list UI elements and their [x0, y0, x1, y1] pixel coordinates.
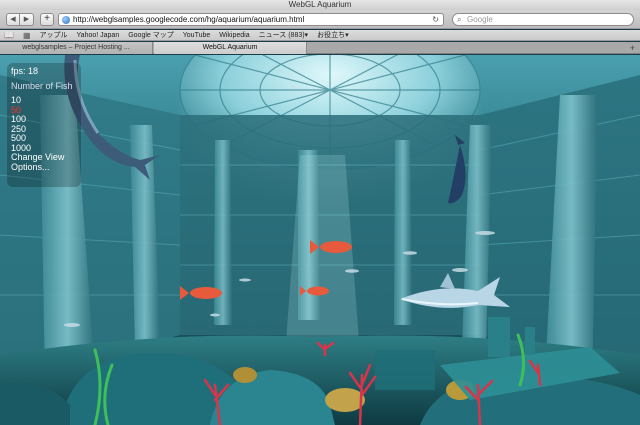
search-input[interactable] [467, 14, 617, 25]
window-title-bar: WebGL Aquarium [0, 0, 640, 10]
forward-button[interactable]: ▶ [20, 13, 34, 26]
tab-webgl-aquarium[interactable]: WebGL Aquarium [154, 42, 307, 54]
chevron-right-icon: ▶ [23, 16, 30, 23]
number-of-fish-label: Number of Fish [11, 81, 73, 91]
aquarium-scene [0, 55, 640, 425]
reload-icon[interactable]: ↻ [432, 14, 439, 25]
chevron-left-icon: ◀ [10, 16, 16, 23]
grid-icon[interactable]: ▦ [23, 30, 31, 41]
browser-toolbar: ◀ ▶ + ↻ ⌕ [0, 10, 640, 29]
bookmark-yahoo-japan[interactable]: Yahoo! Japan [77, 30, 120, 41]
bookmark-google-maps[interactable]: Google マップ [128, 30, 174, 41]
aquarium-canvas[interactable] [0, 55, 640, 425]
globe-icon [62, 16, 70, 24]
add-bookmark-button[interactable]: + [40, 13, 54, 26]
bookmark-youtube[interactable]: YouTube [183, 30, 211, 41]
aquarium-controls-panel: fps: 18 Number of Fish 10 50 100 250 500… [7, 63, 81, 187]
tab-project-hosting[interactable]: webglsamples – Project Hosting ... [0, 42, 153, 54]
bookmark-apple[interactable]: アップル [40, 30, 68, 41]
search-box[interactable]: ⌕ [452, 13, 634, 26]
tab-bar: webglsamples – Project Hosting ... WebGL… [0, 42, 640, 54]
url-input[interactable] [73, 14, 423, 25]
address-bar[interactable]: ↻ [58, 13, 444, 26]
bookmark-wikipedia[interactable]: Wikipedia [219, 30, 249, 41]
window-title: WebGL Aquarium [288, 0, 352, 9]
bookmark-news-folder[interactable]: ニュース (883)▾ [259, 30, 308, 41]
bookmarks-bar: 📖 ▦ アップル Yahoo! Japan Google マップ YouTube… [0, 30, 640, 41]
bookmark-useful-folder[interactable]: お役立ち▾ [317, 30, 349, 41]
options-button[interactable]: Options... [11, 162, 77, 173]
search-icon: ⌕ [457, 15, 462, 24]
book-icon[interactable]: 📖 [4, 30, 14, 41]
new-tab-button[interactable]: + [630, 42, 635, 54]
back-button[interactable]: ◀ [6, 13, 20, 26]
fps-counter: fps: 18 [11, 66, 39, 76]
